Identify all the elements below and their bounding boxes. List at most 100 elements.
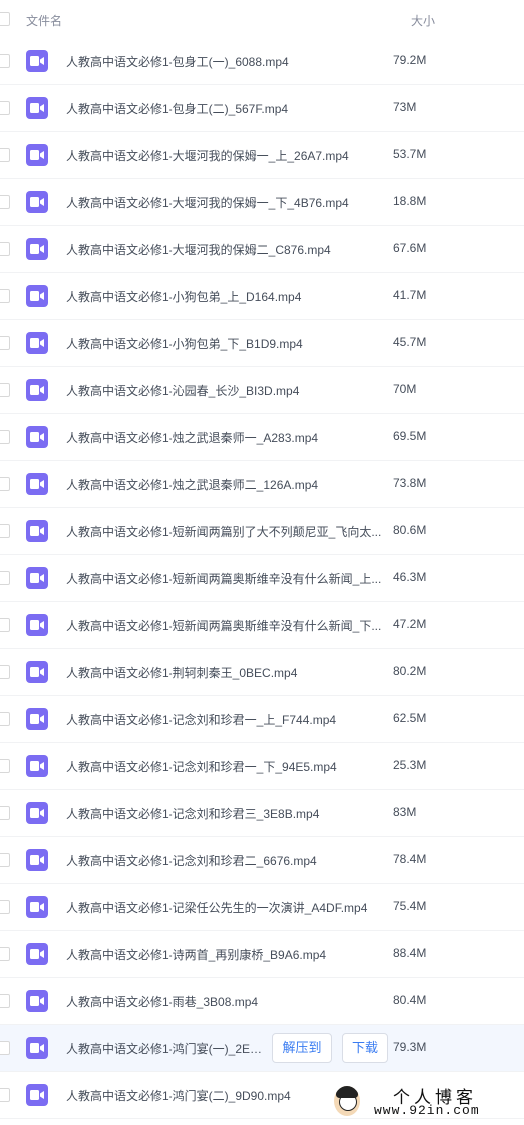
row-checkbox[interactable] <box>0 195 10 209</box>
row-checkbox[interactable] <box>0 242 10 256</box>
file-name[interactable]: 人教高中语文必修1-大堰河我的保姆一_下_4B76.mp4 <box>66 194 384 211</box>
file-size: 70M <box>393 382 417 396</box>
file-row[interactable]: 人教高中语文必修1-诗两首_再别康桥_B9A6.mp4 88.4M <box>0 931 524 978</box>
row-checkbox[interactable] <box>0 947 10 961</box>
row-checkbox[interactable] <box>0 665 10 679</box>
file-name[interactable]: 人教高中语文必修1-记念刘和珍君二_6676.mp4 <box>66 852 384 869</box>
watermark-logo <box>334 1086 360 1116</box>
row-checkbox[interactable] <box>0 759 10 773</box>
video-file-icon <box>26 520 48 542</box>
file-name[interactable]: 人教高中语文必修1-短新闻两篇奥斯维辛没有什么新闻_下... <box>66 617 384 634</box>
video-file-icon <box>26 238 48 260</box>
file-row[interactable]: 人教高中语文必修1-包身工(一)_6088.mp4 79.2M <box>0 38 524 85</box>
row-checkbox[interactable] <box>0 524 10 538</box>
video-file-icon <box>26 50 48 72</box>
video-file-icon <box>26 285 48 307</box>
file-name[interactable]: 人教高中语文必修1-记念刘和珍君一_下_94E5.mp4 <box>66 758 384 775</box>
file-name[interactable]: 人教高中语文必修1-小狗包弟_下_B1D9.mp4 <box>66 335 384 352</box>
file-name[interactable]: 人教高中语文必修1-荆轲刺秦王_0BEC.mp4 <box>66 664 384 681</box>
file-row[interactable]: 人教高中语文必修1-包身工(二)_567F.mp4 73M <box>0 85 524 132</box>
file-list: 人教高中语文必修1-包身工(一)_6088.mp4 79.2M 人教高中语文必修1-… <box>0 38 524 1119</box>
row-checkbox[interactable] <box>0 148 10 162</box>
file-row[interactable]: 人教高中语文必修1-沁园春_长沙_BI3D.mp4 70M <box>0 367 524 414</box>
file-row[interactable]: 人教高中语文必修1-烛之武退秦师一_A283.mp4 69.5M <box>0 414 524 461</box>
video-file-icon <box>26 849 48 871</box>
column-size-header[interactable]: 大小 <box>411 12 435 29</box>
file-row[interactable]: 人教高中语文必修1-记念刘和珍君二_6676.mp4 78.4M <box>0 837 524 884</box>
file-row[interactable]: 人教高中语文必修1-大堰河我的保姆二_C876.mp4 67.6M <box>0 226 524 273</box>
file-name[interactable]: 人教高中语文必修1-大堰河我的保姆一_上_26A7.mp4 <box>66 147 384 164</box>
row-checkbox[interactable] <box>0 383 10 397</box>
file-name[interactable]: 人教高中语文必修1-烛之武退秦师一_A283.mp4 <box>66 429 384 446</box>
file-row[interactable]: 人教高中语文必修1-短新闻两篇奥斯维辛没有什么新闻_下... 47.2M <box>0 602 524 649</box>
row-checkbox[interactable] <box>0 618 10 632</box>
video-file-icon <box>26 97 48 119</box>
file-row[interactable]: 人教高中语文必修1-短新闻两篇别了大不列颠尼亚_飞向太... 80.6M <box>0 508 524 555</box>
file-name[interactable]: 人教高中语文必修1-短新闻两篇奥斯维辛没有什么新闻_上... <box>66 570 384 587</box>
file-name[interactable]: 人教高中语文必修1-记梁任公先生的一次演讲_A4DF.mp4 <box>66 899 384 916</box>
row-checkbox[interactable] <box>0 806 10 820</box>
file-name[interactable]: 人教高中语文必修1-雨巷_3B08.mp4 <box>66 993 384 1010</box>
video-file-icon <box>26 144 48 166</box>
file-row[interactable]: 人教高中语文必修1-记念刘和珍君一_上_F744.mp4 62.5M <box>0 696 524 743</box>
file-row[interactable]: 人教高中语文必修1-小狗包弟_下_B1D9.mp4 45.7M <box>0 320 524 367</box>
video-file-icon <box>26 943 48 965</box>
row-checkbox[interactable] <box>0 994 10 1008</box>
file-size: 53.7M <box>393 147 427 161</box>
file-name[interactable]: 人教高中语文必修1-记念刘和珍君三_3E8B.mp4 <box>66 805 384 822</box>
file-row[interactable]: 人教高中语文必修1-烛之武退秦师二_126A.mp4 73.8M <box>0 461 524 508</box>
row-checkbox[interactable] <box>0 571 10 585</box>
file-row[interactable]: 人教高中语文必修1-记梁任公先生的一次演讲_A4DF.mp4 75.4M <box>0 884 524 931</box>
file-row[interactable]: 人教高中语文必修1-短新闻两篇奥斯维辛没有什么新闻_上... 46.3M <box>0 555 524 602</box>
file-size: 78.4M <box>393 852 427 866</box>
file-name[interactable]: 人教高中语文必修1-小狗包弟_上_D164.mp4 <box>66 288 384 305</box>
video-file-icon <box>26 191 48 213</box>
row-checkbox[interactable] <box>0 336 10 350</box>
file-name[interactable]: 人教高中语文必修1-沁园春_长沙_BI3D.mp4 <box>66 382 384 399</box>
file-size: 25.3M <box>393 758 427 772</box>
file-size: 88.4M <box>393 946 427 960</box>
row-checkbox[interactable] <box>0 54 10 68</box>
extract-to-button[interactable]: 解压到 <box>272 1033 332 1063</box>
file-row[interactable]: 人教高中语文必修1-记念刘和珍君一_下_94E5.mp4 25.3M <box>0 743 524 790</box>
select-all-checkbox[interactable] <box>0 12 10 26</box>
file-row[interactable]: 人教高中语文必修1-鸿门宴(一)_2E4... 解压到 下载 79.3M <box>0 1025 524 1072</box>
file-name[interactable]: 人教高中语文必修1-短新闻两篇别了大不列颠尼亚_飞向太... <box>66 523 384 540</box>
row-checkbox[interactable] <box>0 900 10 914</box>
file-name[interactable]: 人教高中语文必修1-鸿门宴(一)_2E4... <box>66 1040 266 1057</box>
file-name[interactable]: 人教高中语文必修1-包身工(一)_6088.mp4 <box>66 53 384 70</box>
row-checkbox[interactable] <box>0 430 10 444</box>
file-size: 18.8M <box>393 194 427 208</box>
column-name-header[interactable]: 文件名 <box>26 12 62 29</box>
video-file-icon <box>26 990 48 1012</box>
file-row[interactable]: 人教高中语文必修1-大堰河我的保姆一_上_26A7.mp4 53.7M <box>0 132 524 179</box>
download-button[interactable]: 下载 <box>342 1033 388 1063</box>
row-checkbox[interactable] <box>0 712 10 726</box>
file-name[interactable]: 人教高中语文必修1-记念刘和珍君一_上_F744.mp4 <box>66 711 384 728</box>
file-size: 41.7M <box>393 288 427 302</box>
file-name[interactable]: 人教高中语文必修1-烛之武退秦师二_126A.mp4 <box>66 476 384 493</box>
video-file-icon <box>26 426 48 448</box>
file-row[interactable]: 人教高中语文必修1-大堰河我的保姆一_下_4B76.mp4 18.8M <box>0 179 524 226</box>
row-checkbox[interactable] <box>0 289 10 303</box>
row-checkbox[interactable] <box>0 477 10 491</box>
file-row[interactable]: 人教高中语文必修1-记念刘和珍君三_3E8B.mp4 83M <box>0 790 524 837</box>
file-size: 79.2M <box>393 53 427 67</box>
row-checkbox[interactable] <box>0 853 10 867</box>
file-name[interactable]: 人教高中语文必修1-大堰河我的保姆二_C876.mp4 <box>66 241 384 258</box>
file-row[interactable]: 人教高中语文必修1-小狗包弟_上_D164.mp4 41.7M <box>0 273 524 320</box>
file-size: 45.7M <box>393 335 427 349</box>
row-checkbox[interactable] <box>0 1088 10 1102</box>
file-list-header: 文件名 大小 <box>0 0 524 39</box>
video-file-icon <box>26 473 48 495</box>
file-row[interactable]: 人教高中语文必修1-雨巷_3B08.mp4 80.4M <box>0 978 524 1025</box>
row-checkbox[interactable] <box>0 101 10 115</box>
file-name[interactable]: 人教高中语文必修1-包身工(二)_567F.mp4 <box>66 100 384 117</box>
row-checkbox[interactable] <box>0 1041 10 1055</box>
file-row[interactable]: 人教高中语文必修1-荆轲刺秦王_0BEC.mp4 80.2M <box>0 649 524 696</box>
file-name[interactable]: 人教高中语文必修1-诗两首_再别康桥_B9A6.mp4 <box>66 946 384 963</box>
file-size: 67.6M <box>393 241 427 255</box>
video-file-icon <box>26 755 48 777</box>
video-file-icon <box>26 332 48 354</box>
file-size: 80.6M <box>393 523 427 537</box>
